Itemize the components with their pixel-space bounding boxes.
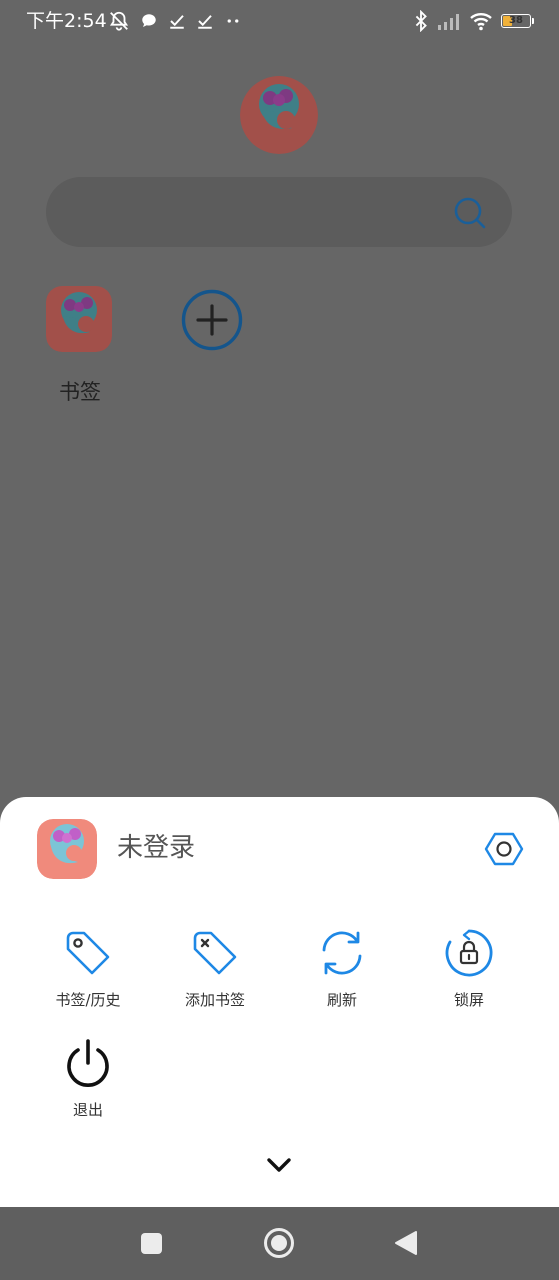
power-icon xyxy=(62,1037,114,1089)
user-avatar[interactable] xyxy=(37,819,97,879)
status-time: 下午2:54 xyxy=(26,10,107,32)
refresh-icon xyxy=(316,927,368,979)
settings-button[interactable] xyxy=(484,829,524,869)
action-bookmarks-history[interactable]: 书签/历史 xyxy=(33,927,143,1010)
action-label: 锁屏 xyxy=(453,991,484,1009)
lock-rotate-icon xyxy=(443,927,495,979)
hexagon-settings-icon xyxy=(484,832,524,866)
action-label: 退出 xyxy=(72,1101,103,1119)
app-logo-icon xyxy=(240,76,318,154)
search-icon[interactable] xyxy=(452,195,488,231)
tag-add-icon xyxy=(189,927,241,979)
back-icon xyxy=(395,1231,417,1255)
shortcut-bookmark-icon xyxy=(46,286,112,352)
shortcut-bookmark-label: 书签 xyxy=(59,380,101,404)
mute-alarm-icon xyxy=(109,11,129,31)
menu-sheet: 未登录 书签/历史 添加书签 刷新 锁屏 退出 xyxy=(0,797,559,1207)
download-done-icon xyxy=(170,15,184,29)
home-button[interactable] xyxy=(263,1227,295,1263)
status-bar: 下午2:54 38 xyxy=(0,0,559,42)
home-logo[interactable] xyxy=(240,76,318,154)
recent-apps-button[interactable] xyxy=(140,1232,163,1259)
back-button[interactable] xyxy=(394,1230,418,1260)
chevron-down-icon xyxy=(267,1158,291,1172)
navigation-bar xyxy=(0,1207,559,1280)
battery-level: 38 xyxy=(509,15,523,26)
wifi-icon xyxy=(470,13,492,31)
more-dots-icon xyxy=(227,19,239,23)
status-system-icons: 38 xyxy=(413,9,534,33)
action-add-bookmark[interactable]: 添加书签 xyxy=(160,927,270,1010)
cellular-signal-icon xyxy=(438,14,459,30)
shortcut-bookmark[interactable] xyxy=(46,286,114,354)
action-refresh[interactable]: 刷新 xyxy=(287,927,397,1010)
recent-apps-icon xyxy=(141,1233,162,1254)
action-label: 添加书签 xyxy=(184,991,245,1009)
search-bar[interactable] xyxy=(46,177,512,247)
action-label: 刷新 xyxy=(326,991,357,1009)
login-status[interactable]: 未登录 xyxy=(117,831,195,865)
collapse-button[interactable] xyxy=(264,1153,294,1177)
home-icon xyxy=(264,1228,294,1258)
bluetooth-icon xyxy=(415,10,427,32)
action-exit[interactable]: 退出 xyxy=(33,1037,143,1120)
add-shortcut-button[interactable] xyxy=(181,289,243,351)
tag-icon xyxy=(62,927,114,979)
action-lock-screen[interactable]: 锁屏 xyxy=(414,927,524,1010)
chat-bubble-icon xyxy=(142,14,156,27)
battery-icon: 38 xyxy=(501,14,534,28)
status-notification-icons xyxy=(108,9,242,33)
action-label: 书签/历史 xyxy=(55,991,121,1009)
download-done-icon xyxy=(198,15,212,29)
add-circle-icon xyxy=(181,289,243,351)
